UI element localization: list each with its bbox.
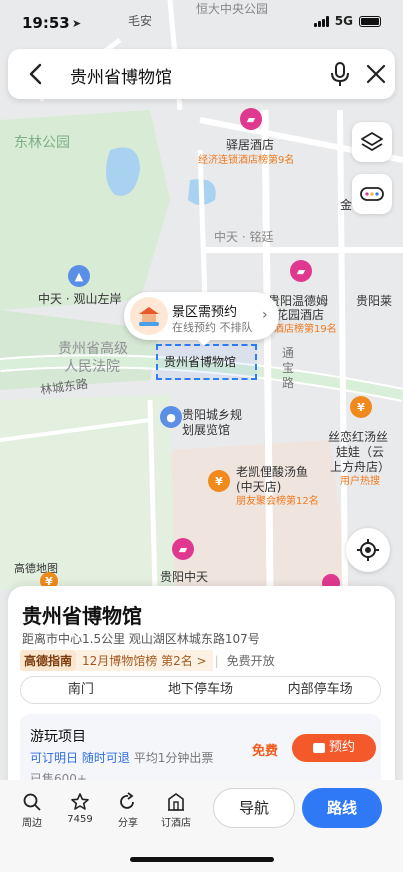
- chevron-right-icon: ›: [262, 307, 268, 323]
- reserve-button[interactable]: 预约: [292, 734, 376, 762]
- map-label-tongbao: 通宝路: [282, 346, 295, 390]
- more-tools-button[interactable]: [352, 174, 392, 214]
- nearby-button[interactable]: 周边: [12, 792, 52, 829]
- restaurant-pin[interactable]: ¥: [350, 396, 372, 418]
- share-icon: [120, 792, 134, 809]
- map-label-court2: 人民法院: [64, 359, 120, 375]
- poi-title: 贵州省博物馆: [22, 604, 142, 628]
- book-hotel-button[interactable]: 订酒店: [156, 792, 196, 829]
- favorite-count: 7459: [67, 814, 93, 825]
- star-icon: [71, 793, 89, 810]
- ticket-card-features: 可订明日 随时可退 平均1分钟出票: [30, 749, 213, 766]
- home-indicator[interactable]: [130, 857, 274, 862]
- map-label-planning2[interactable]: 划展览馆: [182, 421, 230, 438]
- map-label-donglin: 东林公园: [14, 135, 70, 151]
- tab-internal-parking[interactable]: 内部停车场: [260, 677, 380, 703]
- map-label-mingting: 中天 · 铭廷: [214, 230, 274, 244]
- microphone-icon[interactable]: [328, 61, 352, 87]
- share-button[interactable]: 分享: [108, 792, 148, 829]
- search-query[interactable]: 贵州省博物馆: [70, 63, 172, 88]
- poi-address: 距离市中心1.5公里 观山湖区林城东路107号: [22, 632, 260, 646]
- share-label: 分享: [118, 818, 138, 829]
- community-pin[interactable]: ▲: [68, 265, 90, 287]
- locate-me-button[interactable]: [346, 528, 390, 572]
- ticket-card-title: 游玩项目: [30, 729, 86, 745]
- ticket-price: 免费: [252, 744, 279, 759]
- crosshair-icon: [357, 539, 379, 561]
- close-icon[interactable]: [364, 62, 388, 86]
- location-arrow-icon: ➤: [72, 17, 82, 30]
- feature-book-tomorrow: 可订明日: [30, 751, 79, 765]
- map-label-yiju-rank: 经济连锁酒店榜第9名: [198, 155, 295, 166]
- reservation-popup[interactable]: 景区需预约 在线预约 不排队 ›: [124, 292, 279, 346]
- rank-badge[interactable]: 12月博物馆榜 第2名 >: [76, 650, 213, 671]
- poi-detail-sheet[interactable]: 贵州省博物馆 距离市中心1.5公里 观山湖区林城东路107号 高德指南 12月博…: [8, 586, 395, 786]
- hotel-pin[interactable]: ▰: [240, 108, 262, 130]
- favorite-button[interactable]: 7459: [60, 792, 100, 825]
- restaurant-pin[interactable]: ¥: [208, 470, 230, 492]
- tab-south-gate[interactable]: 南门: [21, 677, 141, 703]
- battery-icon: [359, 15, 381, 27]
- map-label-zhongtian: 贵阳中天: [160, 570, 209, 584]
- exhibition-pin[interactable]: ●: [160, 406, 182, 428]
- layers-button[interactable]: [352, 122, 392, 162]
- tab-underground-parking[interactable]: 地下停车场: [141, 677, 261, 703]
- reserve-button-label: 预约: [328, 740, 355, 755]
- selected-poi-area[interactable]: 贵州省博物馆: [156, 344, 257, 380]
- attraction-icon: [130, 297, 168, 335]
- signal-icon: [313, 15, 329, 27]
- map-label-laokai-rank: 朋友聚会榜第12名: [236, 496, 319, 507]
- entrance-tabs: 南门 地下停车场 内部停车场: [20, 676, 381, 704]
- poi-tags: 高德指南 12月博物馆榜 第2名 > | 免费开放: [20, 650, 281, 671]
- popup-subtitle: 在线预约 不排队: [172, 321, 253, 334]
- search-icon: [23, 793, 41, 811]
- book-hotel-label: 订酒店: [161, 818, 191, 829]
- hotel-pin[interactable]: ▰: [172, 538, 194, 560]
- status-icons: 5G: [313, 14, 381, 28]
- status-bar: 19:53 ➤ 5G: [0, 0, 403, 40]
- free-entry-tag: 免费开放: [226, 654, 275, 668]
- map-label-silian-tag: 用户热搜: [340, 476, 380, 487]
- network-label: 5G: [334, 14, 353, 28]
- route-button[interactable]: 路线: [302, 788, 382, 828]
- map-label-wendemu-rank: 酒店榜第19名: [274, 324, 337, 335]
- search-bar[interactable]: 贵州省博物馆: [8, 49, 395, 99]
- museum-map-label: 贵州省博物馆: [164, 355, 237, 369]
- hotel-pin[interactable]: ▰: [290, 260, 312, 282]
- back-icon[interactable]: [24, 61, 50, 87]
- status-time: 19:53: [22, 14, 70, 32]
- feature-refund-anytime: 随时可退: [81, 751, 130, 765]
- popup-title: 景区需预约: [172, 305, 238, 320]
- map-label-court1: 贵州省高级: [58, 341, 128, 357]
- ticket-card[interactable]: 游玩项目 可订明日 随时可退 平均1分钟出票 已售600+ 免费 预约: [20, 714, 381, 786]
- layers-icon: [361, 132, 383, 151]
- map-label-guiyang-lai: 贵阳莱: [356, 294, 393, 308]
- feature-ticket-time: 平均1分钟出票: [133, 751, 214, 765]
- bottom-action-bar: 周边 7459 分享 订酒店 导航 路线: [0, 780, 403, 872]
- toolbox-icon: [360, 187, 384, 201]
- hotel-icon: [168, 793, 184, 811]
- tag-separator: |: [214, 653, 219, 668]
- nearby-label: 周边: [22, 818, 42, 829]
- map-label-guanshan: 中天 · 观山左岸: [38, 292, 122, 306]
- ticket-icon: [312, 742, 325, 753]
- map-label-jin: 金: [340, 198, 353, 212]
- navigate-button[interactable]: 导航: [213, 788, 295, 828]
- guide-badge[interactable]: 高德指南: [20, 650, 77, 671]
